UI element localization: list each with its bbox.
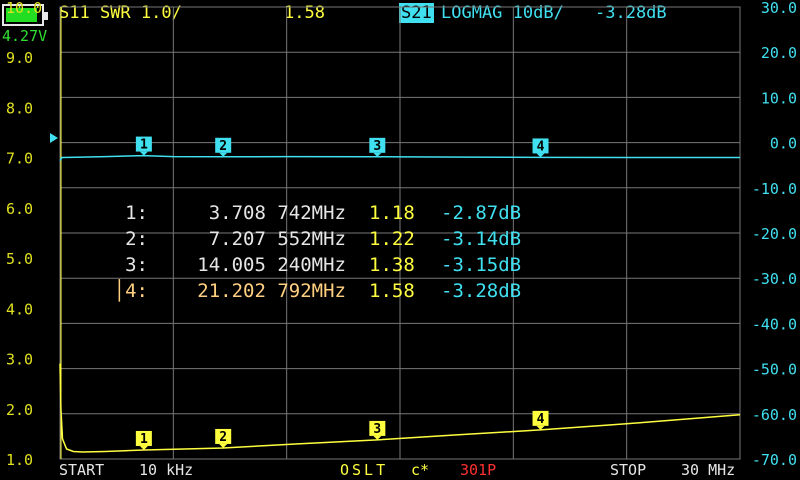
marker-freq: 14.005 240MHz [197, 254, 346, 276]
svg-text:4: 4 [537, 412, 545, 427]
marker-freq: 3.708 742MHz [208, 202, 346, 224]
marker-swr: 1.58 [369, 280, 415, 302]
right-axis-tick: -30.0 [752, 270, 797, 288]
sweep-points[interactable]: 301P [460, 463, 496, 478]
marker-id: 2: [125, 228, 148, 250]
marker-gain: -3.15dB [441, 254, 522, 276]
right-axis-tick: -70.0 [752, 451, 797, 469]
marker-swr: 1.38 [369, 254, 415, 276]
right-axis-tick: 20.0 [761, 44, 797, 62]
svg-text:2: 2 [219, 430, 227, 445]
left-axis-tick: 4.0 [6, 300, 33, 318]
left-axis-tick: 6.0 [6, 200, 33, 218]
stop-value[interactable]: 30 MHz [681, 463, 735, 478]
marker-gain: -3.14dB [441, 228, 522, 250]
nanovna-screen: { "status": { "battery_voltage": "4.27V"… [0, 0, 800, 480]
marker-swr: 1.22 [369, 228, 415, 250]
svg-text:3: 3 [373, 139, 381, 154]
calibration-status: OSLT [340, 461, 389, 479]
stop-label[interactable]: STOP [610, 463, 646, 478]
right-axis-tick: -40.0 [752, 315, 797, 333]
right-axis-tick: 10.0 [761, 89, 797, 107]
left-axis-tick: 9.0 [6, 49, 33, 67]
svg-text:1: 1 [140, 432, 148, 447]
left-axis-tick: 3.0 [6, 351, 33, 369]
marker-gain: -3.28dB [441, 280, 522, 302]
marker-flag-2: 2 [215, 137, 232, 157]
marker-flag-1: 1 [135, 430, 152, 450]
start-value[interactable]: 10 kHz [139, 463, 193, 478]
marker-flag-2: 2 [215, 428, 232, 448]
marker-gain: -2.87dB [441, 202, 522, 224]
marker-id: │4: [113, 280, 148, 302]
right-axis-tick: -20.0 [752, 225, 797, 243]
svg-text:3: 3 [373, 422, 381, 437]
left-axis-tick: 8.0 [6, 99, 33, 117]
svg-text:1: 1 [140, 138, 148, 153]
left-axis-tick: 7.0 [6, 150, 33, 168]
marker-id: 1: [125, 202, 148, 224]
left-axis-tick: 1.0 [6, 451, 33, 469]
marker-flag-1: 1 [135, 136, 152, 156]
calibration-flag: c* [411, 461, 430, 479]
marker-flag-3: 3 [369, 420, 386, 440]
marker-flag-4: 4 [532, 138, 549, 158]
right-axis-tick: -10.0 [752, 180, 797, 198]
right-axis-tick: -60.0 [752, 406, 797, 424]
left-axis-tick: 10.0 [6, 0, 42, 17]
start-label[interactable]: START [59, 463, 104, 478]
left-axis-tick: 5.0 [6, 250, 33, 268]
marker-flag-3: 3 [369, 137, 386, 157]
right-axis-tick: 30.0 [761, 0, 797, 17]
marker-swr: 1.18 [369, 202, 415, 224]
marker-id: 3: [125, 254, 148, 276]
reference-arrow-icon [50, 133, 58, 143]
marker-flag-4: 4 [532, 410, 549, 430]
svg-text:4: 4 [537, 139, 545, 154]
svg-text:2: 2 [219, 139, 227, 154]
left-axis-tick: 2.0 [6, 401, 33, 419]
right-axis-tick: 0.0 [770, 135, 797, 153]
marker-freq: 7.207 552MHz [208, 228, 346, 250]
marker-freq: 21.202 792MHz [197, 280, 346, 302]
right-axis-tick: -50.0 [752, 361, 797, 379]
